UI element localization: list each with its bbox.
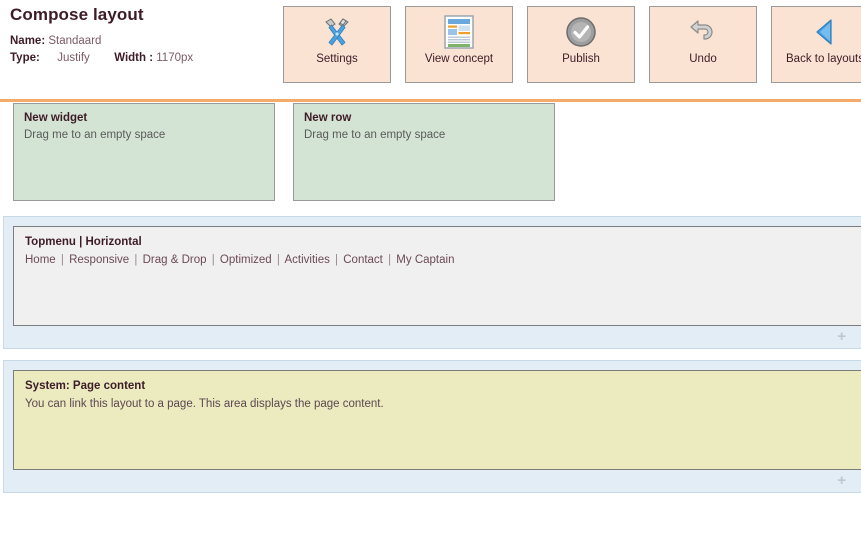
- undo-button-label: Undo: [689, 53, 717, 65]
- new-row-subtitle: Drag me to an empty space: [304, 129, 446, 141]
- publish-button[interactable]: Publish: [527, 6, 635, 83]
- page-content-container-footer: +: [13, 470, 861, 492]
- topmenu-widget[interactable]: Topmenu | Horizontal Home | Responsive |…: [13, 226, 861, 326]
- page-header: Compose layout Name: Standaard Type: Jus…: [0, 0, 861, 102]
- menu-separator: |: [134, 254, 138, 266]
- menu-separator: |: [60, 254, 64, 266]
- view-concept-button-label: View concept: [424, 53, 494, 65]
- menu-item-my-captain[interactable]: My Captain: [396, 254, 454, 266]
- menu-item-responsive[interactable]: Responsive: [69, 254, 129, 266]
- toolbar: Settings View concept Publish Undo Back …: [283, 6, 861, 83]
- page-title: Compose layout: [10, 5, 144, 24]
- view-concept-button[interactable]: View concept: [405, 6, 513, 83]
- system-page-content-title: System: Page content: [25, 380, 146, 392]
- menu-item-drag-drop[interactable]: Drag & Drop: [143, 254, 207, 266]
- header-divider: [0, 99, 861, 102]
- menu-item-optimized[interactable]: Optimized: [220, 254, 272, 266]
- layout-type-row: Type: Justify Width : 1170px: [10, 50, 193, 67]
- back-triangle-icon: [810, 13, 840, 51]
- back-to-layouts-button[interactable]: Back to layouts: [771, 6, 861, 83]
- tools-icon: [320, 13, 354, 51]
- new-widget-title: New widget: [24, 112, 88, 124]
- topmenu-container-footer: +: [13, 326, 861, 348]
- add-widget-icon[interactable]: +: [837, 473, 846, 488]
- layout-name-label: Name:: [10, 35, 46, 47]
- topmenu-links: Home | Responsive | Drag & Drop | Optimi…: [25, 254, 853, 266]
- layout-width-label: Width :: [114, 52, 154, 64]
- undo-button[interactable]: Undo: [649, 6, 757, 83]
- new-widget-drag-source[interactable]: New widget Drag me to an empty space: [13, 103, 275, 201]
- topmenu-container: Topmenu | Horizontal Home | Responsive |…: [3, 216, 861, 349]
- system-page-content-widget[interactable]: System: Page content You can link this l…: [13, 370, 861, 470]
- menu-separator: |: [335, 254, 339, 266]
- check-circle-icon: [565, 13, 597, 51]
- add-widget-icon[interactable]: +: [837, 329, 846, 344]
- layout-name-row: Name: Standaard: [10, 33, 193, 50]
- publish-button-label: Publish: [562, 53, 600, 65]
- menu-separator: |: [211, 254, 215, 266]
- system-page-content-text: You can link this layout to a page. This…: [25, 398, 384, 410]
- menu-item-contact[interactable]: Contact: [343, 254, 383, 266]
- undo-arrow-icon: [687, 13, 719, 51]
- menu-separator: |: [276, 254, 280, 266]
- topmenu-widget-title: Topmenu | Horizontal: [25, 236, 142, 248]
- layout-width-value: 1170px: [156, 52, 194, 64]
- document-preview-icon: [444, 13, 474, 51]
- new-row-title: New row: [304, 112, 352, 124]
- back-to-layouts-button-label: Back to layouts: [786, 53, 861, 65]
- layout-name-value: Standaard: [48, 35, 102, 47]
- page-content-container: System: Page content You can link this l…: [3, 360, 861, 493]
- settings-button-label: Settings: [316, 53, 358, 65]
- layout-info: Compose layout Name: Standaard Type: Jus…: [10, 5, 193, 67]
- drag-source-row: New widget Drag me to an empty space New…: [0, 103, 861, 203]
- new-row-drag-source[interactable]: New row Drag me to an empty space: [293, 103, 555, 201]
- menu-item-home[interactable]: Home: [25, 254, 56, 266]
- menu-separator: |: [388, 254, 392, 266]
- layout-type-value: Justify: [57, 52, 90, 64]
- menu-item-activities[interactable]: Activities: [284, 254, 329, 266]
- new-widget-subtitle: Drag me to an empty space: [24, 129, 166, 141]
- layout-type-label: Type:: [10, 52, 40, 64]
- settings-button[interactable]: Settings: [283, 6, 391, 83]
